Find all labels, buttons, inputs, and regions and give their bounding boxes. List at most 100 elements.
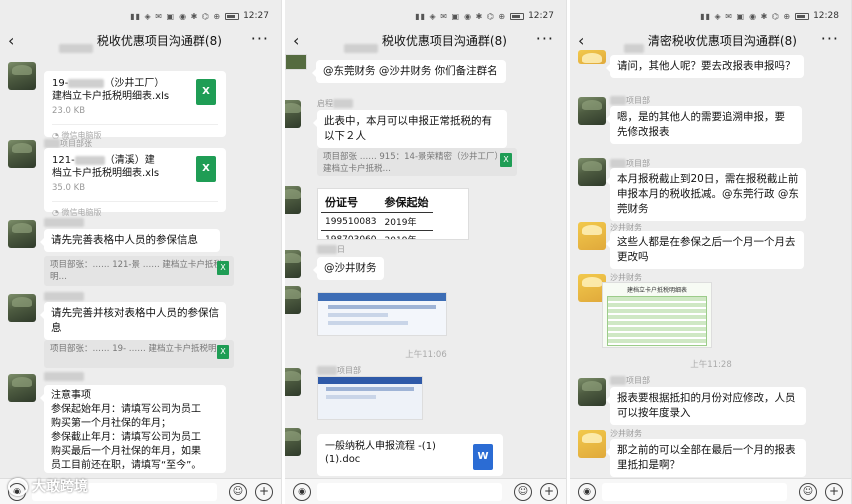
avatar[interactable] [8, 374, 36, 402]
message-bubble[interactable]: 报表要根据抵扣的月份对应修改，人员可以按年度录入 [606, 387, 806, 425]
clock: 12:28 [813, 11, 839, 21]
timestamp: 上午11:28 [690, 360, 732, 370]
avatar[interactable] [285, 100, 301, 128]
avatar[interactable] [285, 368, 301, 396]
blurred-text [59, 44, 94, 53]
image-message-table[interactable]: 份证号参保起始 1995100832019年 1987030602019年 [317, 188, 469, 240]
avatar[interactable] [578, 378, 606, 406]
message-bubble[interactable]: 此表中，本月可以申报正常抵税的有以下２人 [313, 110, 507, 148]
signal-icons: ▮▮ ◈ ✉ ▣ [700, 11, 746, 21]
file-message[interactable]: 121- （清溪）建 档立卡户抵税明细表.xls 35.0 KB ◔ 微信电脑版 X [44, 148, 226, 217]
quoted-message[interactable]: 项目部张：…… 19- …… 建档立卡户抵税明… X [44, 340, 234, 368]
signal-icons: ▮▮ ◈ ✉ ▣ [415, 11, 461, 21]
message-bubble[interactable]: 那之前的可以全部在最后一个月的报表里抵扣是啊？ [606, 439, 806, 477]
notice-bubble[interactable]: 注意事项 参保起始年月：请填写公司为员工 购买第一个月社保的年月； 参保截止年月… [40, 385, 226, 473]
clock: 12:27 [528, 11, 554, 21]
message-bubble[interactable]: 请先完善表格中人员的参保信息 [40, 229, 220, 252]
image-message-fragment[interactable] [285, 54, 307, 70]
spreadsheet-grid [607, 296, 707, 346]
watermark-logo-icon [8, 478, 28, 496]
battery-icon [510, 12, 525, 20]
image-message-screenshot[interactable] [317, 376, 423, 420]
emoji-icon[interactable]: ☺ [229, 483, 247, 501]
image-message-screenshot[interactable] [317, 292, 447, 336]
sender-name [44, 372, 84, 381]
avatar[interactable] [578, 430, 606, 458]
excel-file-icon: X [217, 261, 229, 275]
word-file-icon: W [473, 444, 493, 470]
back-arrow-icon[interactable]: ‹ [8, 30, 14, 52]
avatar[interactable] [578, 97, 606, 125]
file-size: 35.0 KB [52, 183, 86, 193]
sender-name: 项目部 [610, 375, 650, 386]
sender-name: 日 [317, 244, 345, 255]
excel-file-icon: X [196, 79, 216, 105]
spreadsheet-title: 建档立卡户抵税明细表 [626, 287, 687, 294]
message-bubble[interactable]: 请先完善并核对表格中人员的参保信息 [40, 302, 226, 340]
more-options-icon[interactable]: ··· [821, 28, 839, 50]
watermark: 大敢跨境 [32, 479, 88, 495]
excel-file-icon: X [217, 345, 229, 359]
network-icons: ◉ ✱ ⌬ ⊕ [749, 11, 792, 21]
voice-icon[interactable]: ◉ [293, 483, 311, 501]
quoted-message[interactable]: 项目部张 …… 915：14-景荣精密（沙井工厂）建档立卡户抵税… X [317, 148, 517, 176]
back-arrow-icon[interactable]: ‹ [293, 30, 299, 52]
avatar[interactable] [578, 158, 606, 186]
avatar[interactable] [578, 222, 606, 250]
avatar[interactable] [285, 250, 301, 278]
clock: 12:27 [243, 11, 269, 21]
message-bubble[interactable]: 这些人都是在参保之后一个月一个月去更改吗 [606, 231, 804, 269]
chat-title: 税收优惠项目沟通群(8) [96, 34, 222, 48]
message-bubble[interactable]: 嗯，是的其他人的需要追溯申报，要先修改报表 [606, 106, 802, 144]
sender-name: 项目部 [610, 95, 650, 106]
sender-name [44, 218, 84, 227]
voice-icon[interactable]: ◉ [578, 483, 596, 501]
avatar[interactable] [8, 62, 36, 90]
sender-name [44, 292, 84, 301]
timestamp: 上午11:06 [405, 350, 447, 360]
sender-name: 沙井财务 [610, 429, 642, 438]
avatar[interactable] [578, 50, 606, 64]
sender-name: 启程 [317, 98, 353, 109]
chat-title: 清密税收优惠项目沟通群(8) [647, 34, 797, 48]
more-options-icon[interactable]: ··· [536, 28, 554, 50]
status-bar: ▮▮ ◈ ✉ ▣ ◉ ✱ ⌬ ⊕ 12:27 [285, 0, 566, 32]
avatar[interactable] [285, 286, 301, 314]
message-input[interactable] [602, 483, 787, 501]
plus-icon[interactable]: + [825, 483, 843, 501]
file-message[interactable]: 19- （沙井工厂） 建档立卡户抵税明细表.xls 23.0 KB ◔ 微信电脑版 … [44, 71, 226, 140]
avatar[interactable] [285, 186, 301, 214]
chat-panel-3: ▮▮ ◈ ✉ ▣ ◉ ✱ ⌬ ⊕ 12:28 ‹ 清密税收优惠项目沟通群(8) … [570, 0, 852, 504]
sender-name: 项目部 [317, 365, 361, 376]
chat-title-bar: ‹ 清密税收优惠项目沟通群(8) ··· [570, 28, 851, 53]
plus-icon[interactable]: + [540, 483, 558, 501]
chat-title-bar: ‹ 税收优惠项目沟通群(8) ··· [0, 28, 281, 53]
input-bar: ◉ ☺ + [570, 478, 851, 504]
signal-icons: ▮▮ ◈ ✉ ▣ [130, 11, 176, 21]
back-arrow-icon[interactable]: ‹ [578, 30, 584, 52]
network-icons: ◉ ✱ ⌬ ⊕ [464, 11, 507, 21]
message-bubble[interactable]: @沙井财务 [313, 257, 384, 280]
plus-icon[interactable]: + [255, 483, 273, 501]
quoted-message[interactable]: 项目部张：…… 121-景 …… 建档立卡户抵税明… X [44, 256, 234, 286]
emoji-icon[interactable]: ☺ [799, 483, 817, 501]
message-bubble[interactable]: 本月报税截止到20日，需在报税截止前申报本月的税收抵减。@东莞行政 @东莞财务 [606, 168, 806, 221]
avatar[interactable] [8, 220, 36, 248]
chat-title: 税收优惠项目沟通群(8) [381, 34, 507, 48]
more-options-icon[interactable]: ··· [251, 28, 269, 50]
avatar[interactable] [8, 294, 36, 322]
avatar[interactable] [8, 140, 36, 168]
network-icons: ◉ ✱ ⌬ ⊕ [179, 11, 222, 21]
message-input[interactable] [317, 483, 502, 501]
blurred-text [344, 44, 379, 53]
avatar[interactable] [285, 428, 301, 456]
file-message[interactable]: 一般纳税人申报流程 -(1)(1).doc W [317, 434, 503, 476]
image-message-spreadsheet[interactable]: 建档立卡户抵税明细表 [602, 282, 712, 348]
message-bubble[interactable]: 请问，其他人呢？要去改报表申报吗？ [606, 55, 804, 78]
status-bar: ▮▮ ◈ ✉ ▣ ◉ ✱ ⌬ ⊕ 12:27 [0, 0, 281, 32]
excel-file-icon: X [196, 156, 216, 182]
emoji-icon[interactable]: ☺ [514, 483, 532, 501]
excel-file-icon: X [500, 153, 512, 167]
chat-title-bar: ‹ 税收优惠项目沟通群(8) ··· [285, 28, 566, 53]
message-bubble[interactable]: @东莞财务 @沙井财务 你们备注群名 [312, 60, 506, 83]
